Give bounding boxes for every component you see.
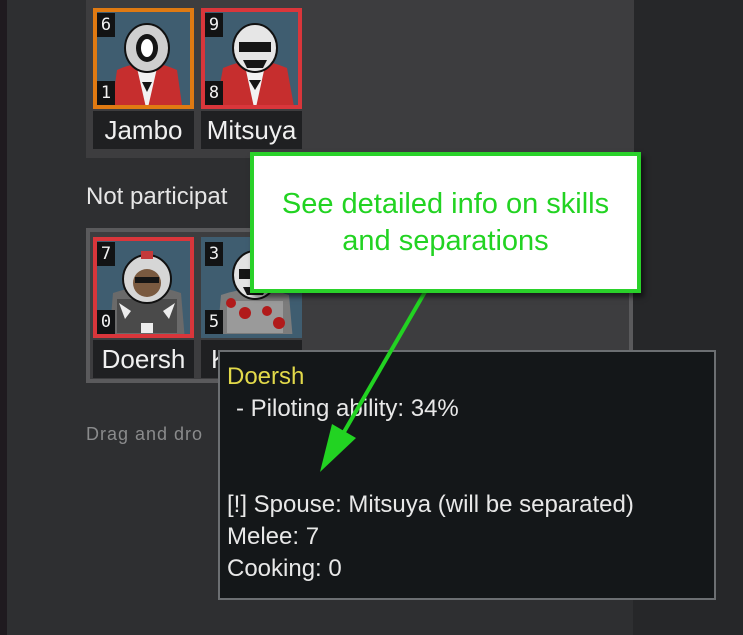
side-strip bbox=[0, 0, 7, 635]
pawn-top-badge: 3 bbox=[205, 242, 223, 266]
pawn-top-badge: 6 bbox=[97, 13, 115, 37]
pawn-name: Jambo bbox=[93, 111, 194, 149]
callout-line-1: See detailed info on skills bbox=[281, 187, 610, 220]
pawn-tooltip: Doersh - Piloting ability: 34% [!] Spous… bbox=[218, 350, 716, 600]
pawn-top-badge: 9 bbox=[205, 13, 223, 37]
tooltip-piloting: - Piloting ability: 34% bbox=[236, 395, 459, 422]
pawn-bottom-badge: 0 bbox=[97, 310, 115, 334]
tooltip-melee: Melee: 7 bbox=[227, 523, 320, 550]
drag-hint-text: Drag and dro bbox=[86, 424, 204, 444]
pawn-card-mitsuya[interactable]: 9 8 Mitsuya bbox=[201, 8, 302, 150]
callout-line-2: and separations bbox=[342, 224, 549, 257]
pawn-bottom-badge: 1 bbox=[97, 81, 115, 105]
tooltip-spouse: [!] Spouse: Mitsuya (will be separated) bbox=[227, 491, 634, 518]
pawn-card-doersh[interactable]: 7 0 Doersh bbox=[93, 237, 194, 379]
tooltip-cooking: Cooking: 0 bbox=[227, 555, 342, 582]
pawn-top-badge: 7 bbox=[97, 242, 115, 266]
pawn-bottom-badge: 5 bbox=[205, 310, 223, 334]
pawn-bottom-badge: 8 bbox=[205, 81, 223, 105]
pawn-name: Doersh bbox=[93, 340, 194, 378]
annotation-callout: See detailed info on skills and separati… bbox=[250, 152, 641, 293]
tooltip-title: Doersh bbox=[227, 363, 305, 390]
not-participating-label: Not participat bbox=[86, 183, 228, 210]
pawn-name: Mitsuya bbox=[201, 111, 302, 149]
pawn-card-jambo[interactable]: 6 1 Jambo bbox=[93, 8, 194, 150]
